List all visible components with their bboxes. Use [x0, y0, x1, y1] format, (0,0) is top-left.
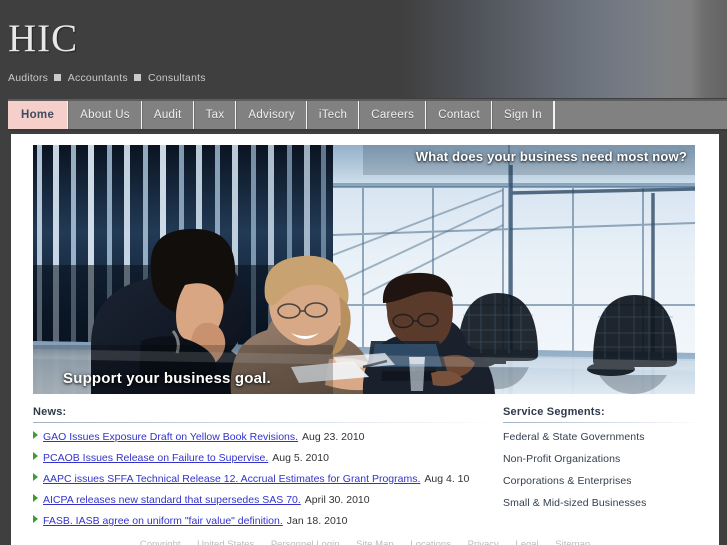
- triangle-bullet-icon: [33, 431, 38, 439]
- nav-item-advisory[interactable]: Advisory: [236, 101, 307, 129]
- square-bullet-icon: [133, 74, 141, 81]
- news-column: News: GAO Issues Exposure Draft on Yello…: [33, 406, 503, 536]
- service-segments-column: Service Segments: Federal & State Govern…: [503, 406, 703, 536]
- news-divider: [33, 422, 503, 423]
- hero-headline-bottom: Support your business goal.: [63, 370, 271, 387]
- news-date: April 30. 2010: [304, 494, 370, 506]
- triangle-bullet-icon: [33, 515, 38, 523]
- news-date: Aug 4. 10: [424, 473, 470, 485]
- site-footer: Copyright United States Personnel Login …: [11, 538, 719, 545]
- news-date: Aug 5. 2010: [272, 452, 329, 464]
- triangle-bullet-icon: [33, 473, 38, 481]
- segments-divider: [503, 422, 703, 423]
- main-navigation-bar: Home About Us Audit Tax Advisory iTech C…: [0, 99, 727, 135]
- nav-item-contact[interactable]: Contact: [426, 101, 492, 129]
- hero-headline-top: What does your business need most now?: [415, 149, 687, 164]
- news-link[interactable]: PCAOB Issues Release on Failure to Super…: [43, 452, 268, 464]
- segment-item: Corporations & Enterprises: [503, 475, 632, 487]
- segment-item: Non-Profit Organizations: [503, 453, 621, 465]
- nav-item-itech[interactable]: iTech: [306, 101, 360, 129]
- footer-link[interactable]: United States: [197, 539, 254, 545]
- footer-link[interactable]: Site Map: [356, 539, 394, 545]
- tagline-part-0: Auditors: [8, 72, 49, 84]
- tagline-part-1: Accountants: [67, 72, 128, 84]
- site-logo: HIC: [8, 17, 79, 60]
- news-link[interactable]: GAO Issues Exposure Draft on Yellow Book…: [43, 431, 298, 443]
- news-date: Aug 23. 2010: [302, 431, 365, 443]
- nav-item-home[interactable]: Home: [8, 101, 69, 129]
- segment-item: Small & Mid-sized Businesses: [503, 497, 647, 509]
- page-root: HIC Auditors Accountants Consultants Hom…: [0, 0, 727, 545]
- nav-item-audit[interactable]: Audit: [141, 101, 194, 129]
- news-item: AAPC issues SFFA Technical Release 12. A…: [33, 473, 503, 485]
- main-navigation: Home About Us Audit Tax Advisory iTech C…: [8, 99, 727, 131]
- news-item: AICPA releases new standard that superse…: [33, 494, 503, 506]
- nav-filler: [553, 101, 727, 129]
- news-link[interactable]: AAPC issues SFFA Technical Release 12. A…: [43, 473, 420, 485]
- footer-link[interactable]: Copyright: [140, 539, 181, 545]
- footer-link[interactable]: Privacy: [468, 539, 499, 545]
- footer-link[interactable]: Personnel Login: [271, 539, 340, 545]
- nav-item-about-us[interactable]: About Us: [68, 101, 142, 129]
- news-link[interactable]: AICPA releases new standard that superse…: [43, 494, 301, 506]
- footer-link[interactable]: Sitemap: [555, 539, 590, 545]
- hero-image: [33, 145, 695, 394]
- nav-item-careers[interactable]: Careers: [359, 101, 427, 129]
- lower-content: News: GAO Issues Exposure Draft on Yello…: [33, 406, 719, 536]
- segment-item: Federal & State Governments: [503, 431, 645, 443]
- site-header: HIC Auditors Accountants Consultants: [0, 0, 727, 98]
- nav-item-tax[interactable]: Tax: [193, 101, 237, 129]
- triangle-bullet-icon: [33, 494, 38, 502]
- news-item: FASB. IASB agree on uniform "fair value"…: [33, 515, 503, 527]
- news-date: Jan 18. 2010: [286, 515, 348, 527]
- segments-heading: Service Segments:: [503, 406, 605, 418]
- news-link[interactable]: FASB. IASB agree on uniform "fair value"…: [43, 515, 283, 527]
- news-item: PCAOB Issues Release on Failure to Super…: [33, 452, 503, 464]
- footer-link[interactable]: Legal: [515, 539, 538, 545]
- news-item: GAO Issues Exposure Draft on Yellow Book…: [33, 431, 503, 443]
- square-bullet-icon: [54, 74, 62, 81]
- nav-item-sign-in[interactable]: Sign In: [491, 101, 554, 129]
- tagline-part-2: Consultants: [148, 72, 206, 84]
- triangle-bullet-icon: [33, 452, 38, 460]
- hero-banner: What does your business need most now? S…: [33, 145, 695, 394]
- content-area: What does your business need most now? S…: [11, 134, 719, 545]
- news-heading: News:: [33, 406, 67, 418]
- footer-link[interactable]: Locations: [410, 539, 451, 545]
- site-tagline: Auditors Accountants Consultants: [8, 71, 206, 85]
